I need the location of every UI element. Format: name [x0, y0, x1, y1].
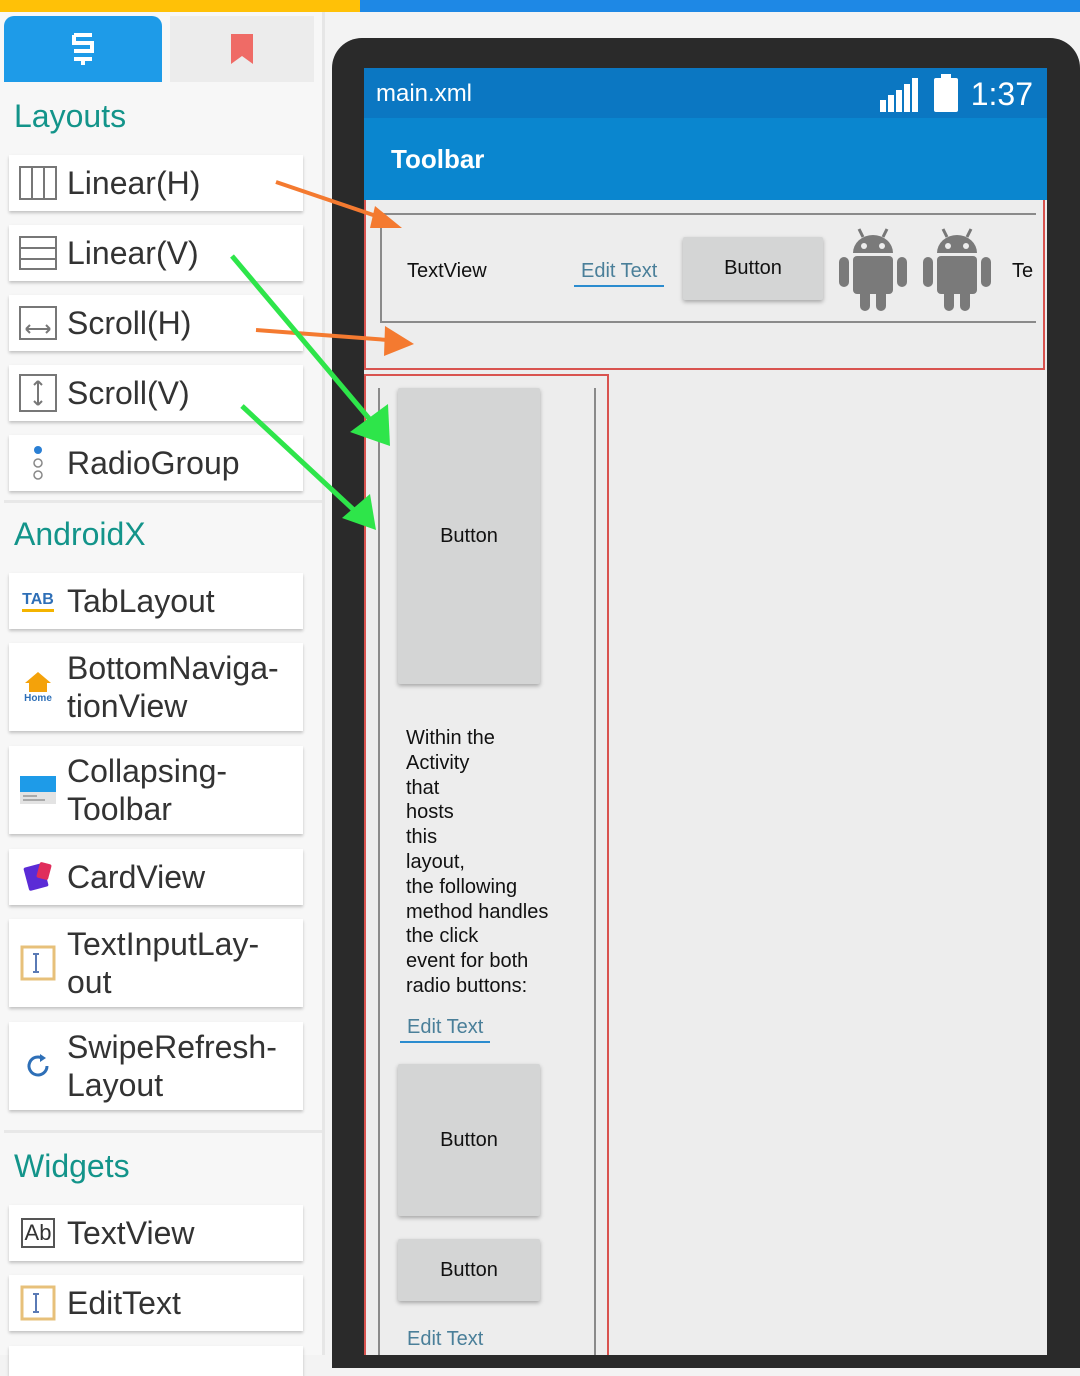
linear-vertical-layout[interactable]: Button Within the Activity that hosts th… — [378, 388, 596, 1355]
scroll-horizontal-icon — [9, 305, 67, 341]
palette-item-scroll-h[interactable]: Scroll(H) — [9, 295, 303, 351]
palette-item-linear-h[interactable]: Linear(H) — [9, 155, 303, 211]
layers-s-icon — [72, 33, 94, 65]
text-input-icon — [9, 945, 67, 981]
divider — [4, 500, 322, 503]
palette-item-label: RadioGroup — [67, 445, 240, 481]
signal-icon — [880, 78, 918, 112]
palette-item-textview[interactable]: Ab TextView — [9, 1205, 303, 1261]
palette-item-tablayout[interactable]: TAB TabLayout — [9, 573, 303, 629]
preview-button[interactable]: Button — [398, 1239, 540, 1301]
home-icon: Home — [9, 671, 67, 704]
palette-item-edittext[interactable]: EditText — [9, 1275, 303, 1331]
palette-item-swiperefreshlayout[interactable]: SwipeRefresh- Layout — [9, 1022, 303, 1110]
palette-item-bottomnavigationview[interactable]: Home BottomNaviga- tionView — [9, 643, 303, 731]
scroll-vertical-icon — [9, 373, 67, 413]
palette-item-label: EditText — [67, 1285, 181, 1321]
textview-icon: Ab — [9, 1218, 67, 1248]
home-icon-label: Home — [24, 692, 52, 704]
preview-button-tall[interactable]: Button — [398, 388, 540, 684]
palette-item-label: Linear(H) — [67, 165, 201, 201]
widget-palette: Layouts Linear(H) Linear(V) Scroll(H) Sc… — [0, 12, 325, 1376]
palette-item-linear-v[interactable]: Linear(V) — [9, 225, 303, 281]
section-layouts: Layouts — [14, 98, 127, 134]
vertical-scroll-layout[interactable]: Button Within the Activity that hosts th… — [364, 374, 609, 1355]
layout-preview-screen: main.xml 1:37 Toolbar TextView Edit Text… — [364, 68, 1047, 1355]
palette-item-label: Collapsing- Toolbar — [67, 753, 228, 827]
cardview-icon — [9, 861, 67, 893]
divider — [4, 1130, 322, 1133]
palette-item-label: TextView — [67, 1215, 195, 1251]
preview-paragraph[interactable]: Within the Activity that hosts this layo… — [406, 726, 586, 999]
palette-item-collapsingtoolbar[interactable]: Collapsing- Toolbar — [9, 746, 303, 834]
palette-item-label: BottomNaviga- tionView — [67, 650, 279, 724]
collapsing-toolbar-icon — [9, 774, 67, 806]
toolbar: Toolbar — [364, 118, 1047, 200]
palette-item-label: TabLayout — [67, 583, 215, 619]
file-title: main.xml — [376, 80, 473, 107]
tab-palette[interactable] — [4, 16, 162, 82]
android-icon — [923, 228, 991, 311]
battery-icon — [934, 74, 958, 112]
preview-textview[interactable]: TextView — [407, 260, 487, 283]
linear-vertical-icon — [9, 235, 67, 271]
palette-item-label: TextInputLay- out — [67, 926, 260, 1000]
radio-group-icon — [9, 445, 67, 481]
palette-item-partial[interactable] — [9, 1346, 303, 1376]
toolbar-title: Toolbar — [391, 144, 485, 174]
palette-item-label: Scroll(H) — [67, 305, 192, 341]
top-accent-bar — [0, 0, 360, 12]
preview-button[interactable]: Button — [683, 237, 823, 300]
palette-item-cardview[interactable]: CardView — [9, 849, 303, 905]
palette-item-label: SwipeRefresh- Layout — [67, 1029, 277, 1103]
top-status-strip — [360, 0, 1080, 12]
preview-truncated-text[interactable]: Te — [1012, 260, 1033, 283]
edittext-icon — [9, 1285, 67, 1321]
palette-item-textinputlayout[interactable]: TextInputLay- out — [9, 919, 303, 1007]
tab-bookmarks[interactable] — [170, 16, 314, 82]
palette-item-radiogroup[interactable]: RadioGroup — [9, 435, 303, 491]
bookmark-icon — [231, 34, 253, 64]
textview-icon-label: Ab — [20, 1218, 56, 1248]
palette-item-label: Linear(V) — [67, 235, 199, 271]
palette-item-scroll-v[interactable]: Scroll(V) — [9, 365, 303, 421]
horizontal-scroll-layout[interactable]: TextView Edit Text Button Te — [364, 200, 1045, 370]
section-androidx: AndroidX — [14, 516, 146, 552]
preview-button[interactable]: Button — [398, 1064, 540, 1216]
android-icon — [839, 228, 907, 311]
status-bar: main.xml 1:37 — [364, 68, 1047, 118]
preview-edittext-partial[interactable]: Edit Text — [400, 1328, 490, 1353]
linear-horizontal-layout[interactable]: TextView Edit Text Button Te — [380, 213, 1036, 323]
preview-edittext[interactable]: Edit Text — [400, 1016, 491, 1043]
tab-icon-label: TAB — [22, 591, 54, 612]
palette-item-label: CardView — [67, 859, 206, 895]
tab-icon: TAB — [9, 591, 67, 612]
preview-edittext[interactable]: Edit Text — [574, 260, 665, 287]
linear-horizontal-icon — [9, 165, 67, 201]
section-widgets: Widgets — [14, 1148, 130, 1184]
refresh-icon — [9, 1051, 67, 1081]
status-time: 1:37 — [970, 76, 1033, 112]
palette-item-label: Scroll(V) — [67, 375, 190, 411]
